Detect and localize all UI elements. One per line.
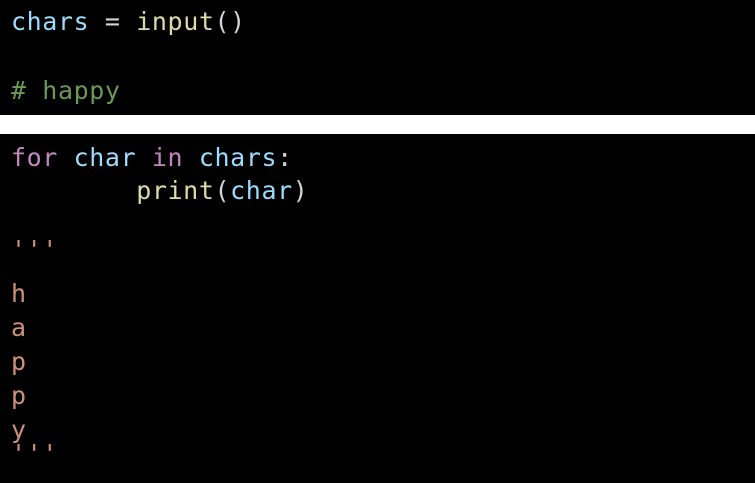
print-argument: char <box>230 176 293 205</box>
code-panel-top: chars = input() # happy <box>0 0 755 115</box>
output-char-a: a <box>11 313 27 342</box>
output-char-p1: p <box>11 347 27 376</box>
iterable-chars: chars <box>198 143 278 172</box>
keyword-in: in <box>151 143 184 172</box>
output-char-p2: p <box>11 381 27 410</box>
print-close-paren: ) <box>292 176 309 205</box>
code-line-print: print(char) <box>11 174 308 208</box>
comment-happy: # happy <box>11 76 121 105</box>
code-line-comment: # happy <box>11 74 121 108</box>
output-char-h: h <box>11 279 27 308</box>
variable-chars: chars <box>11 7 90 36</box>
code-line-assign: chars = input() <box>11 5 246 39</box>
call-parens: () <box>214 7 246 36</box>
code-panel-bottom: for char in chars: print(char) ''' h a p… <box>0 134 755 483</box>
loop-variable: char <box>73 143 137 172</box>
colon: : <box>277 143 293 172</box>
keyword-for: for <box>11 143 58 172</box>
assign-operator: = <box>89 7 137 36</box>
print-open-paren: ( <box>214 176 231 205</box>
docstring-close: ''' <box>11 439 58 468</box>
function-input: input <box>136 7 215 36</box>
docstring-open: ''' <box>11 235 58 264</box>
function-print: print <box>136 176 215 205</box>
code-line-for: for char in chars: <box>11 141 293 175</box>
